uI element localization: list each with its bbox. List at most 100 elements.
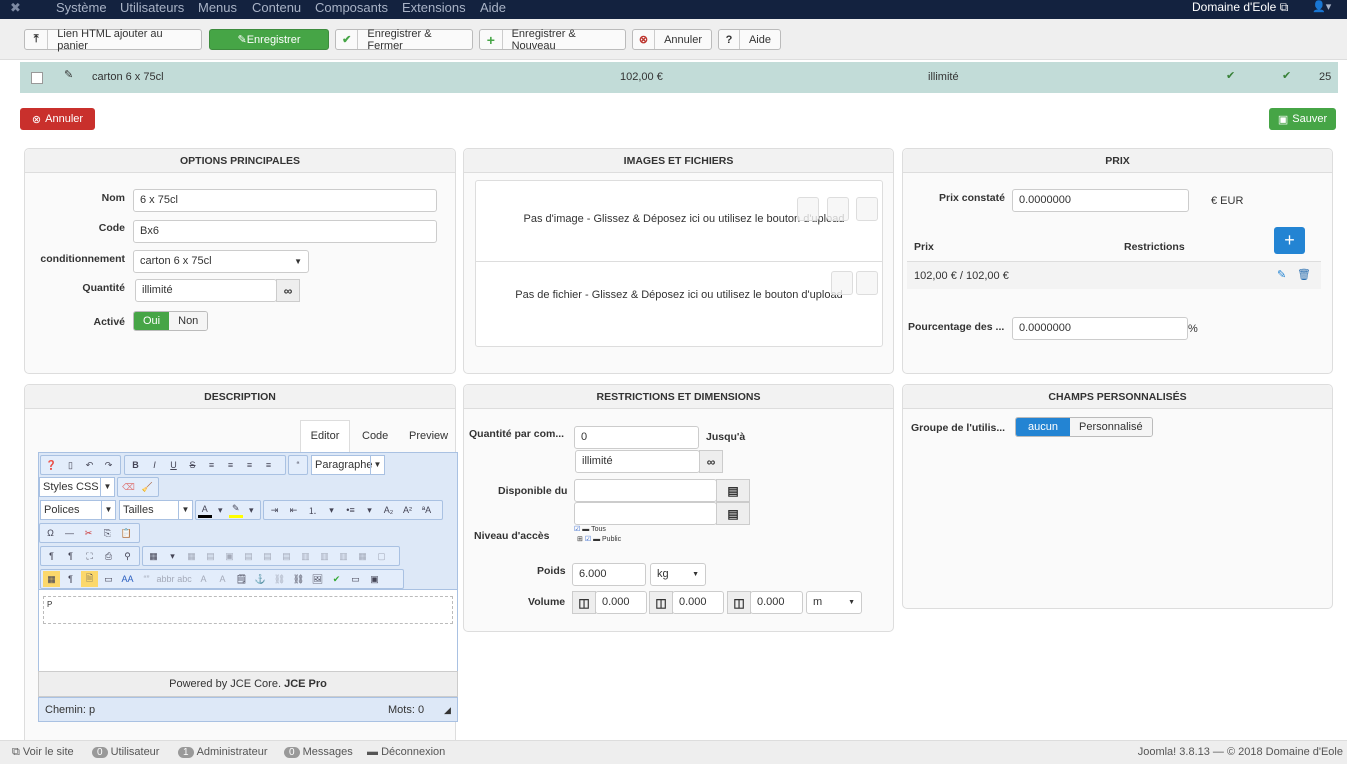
user-menu-icon[interactable]: 👤▾ bbox=[1312, 0, 1331, 13]
redo-icon[interactable]: ↷ bbox=[100, 457, 117, 473]
chevron-down-icon[interactable]: ▾ bbox=[164, 548, 181, 564]
add-file-button[interactable] bbox=[856, 271, 878, 295]
strikethrough-icon[interactable]: S bbox=[184, 457, 201, 473]
calendar-icon[interactable]: ▤ bbox=[716, 502, 750, 525]
infinity-button[interactable]: ∞ bbox=[276, 279, 300, 302]
menu-contenu[interactable]: Contenu bbox=[252, 0, 301, 15]
menu-aide[interactable]: Aide bbox=[480, 0, 506, 15]
row-before-icon[interactable]: ▤ bbox=[240, 548, 257, 564]
cond-select[interactable]: carton 6 x 75cl ▼ bbox=[133, 250, 309, 273]
volume-unit-select[interactable]: m ▼ bbox=[806, 591, 862, 614]
site-link[interactable]: Domaine d'Eole ⧉ bbox=[1192, 0, 1288, 15]
special-char-icon[interactable]: Ω bbox=[42, 525, 59, 541]
file-dropzone[interactable]: Pas de fichier - Glissez & Déposez ici o… bbox=[476, 263, 882, 347]
access-tous[interactable]: ☑ ▬ Tous bbox=[574, 525, 621, 533]
highlight-icon[interactable]: ✎ bbox=[229, 502, 243, 518]
cleanup-broom-icon[interactable]: 🧹 bbox=[139, 479, 156, 495]
blockquote-icon[interactable]: “ bbox=[288, 455, 308, 475]
menu-menus[interactable]: Menus bbox=[198, 0, 237, 15]
table-icon[interactable]: ▦ bbox=[145, 548, 162, 564]
image-dropzone[interactable]: Pas d'image - Glissez & Déposez ici ou u… bbox=[476, 181, 882, 262]
jce-pro-link[interactable]: JCE Pro bbox=[284, 678, 327, 690]
qty-input[interactable]: illimité bbox=[135, 279, 277, 302]
save-item-button[interactable]: ▣ Sauver bbox=[1269, 108, 1336, 130]
row-props-icon[interactable]: ▤ bbox=[202, 548, 219, 564]
weight-input[interactable]: 6.000 bbox=[572, 563, 646, 586]
no-option[interactable]: Non bbox=[169, 312, 208, 330]
template-icon[interactable]: ▣ bbox=[366, 571, 383, 587]
ltr-icon[interactable]: ¶ bbox=[43, 548, 60, 564]
source-icon[interactable]: 🗎 bbox=[81, 571, 98, 587]
cite-icon[interactable]: “” bbox=[138, 571, 155, 587]
length-input[interactable]: 0.000 bbox=[595, 591, 647, 614]
nom-input[interactable]: 6 x 75cl bbox=[133, 189, 437, 212]
chevron-down-icon[interactable]: ▾ bbox=[214, 502, 228, 518]
view-site-link[interactable]: ⧉ Voir le site bbox=[12, 746, 74, 759]
access-public[interactable]: ⊞ ☑ ▬ Public bbox=[577, 535, 621, 543]
height-input[interactable]: 0.000 bbox=[750, 591, 803, 614]
font-select[interactable]: Polices ▼ bbox=[40, 500, 116, 520]
link-image-button[interactable] bbox=[856, 197, 878, 221]
align-left-icon[interactable]: ≡ bbox=[241, 457, 258, 473]
subscript-icon[interactable]: A₂ bbox=[380, 502, 397, 518]
col-after-icon[interactable]: ▥ bbox=[316, 548, 333, 564]
save-button[interactable]: ✎ Enregistrer bbox=[209, 29, 329, 50]
tab-editor[interactable]: Editor bbox=[300, 420, 350, 452]
abbr-icon[interactable]: abbr bbox=[157, 571, 175, 587]
bold-icon[interactable]: B bbox=[127, 457, 144, 473]
none-option[interactable]: aucun bbox=[1016, 418, 1070, 436]
avail-from-input[interactable] bbox=[574, 479, 717, 502]
link-icon[interactable]: ⛓ bbox=[290, 571, 307, 587]
horizontal-rule-icon[interactable]: — bbox=[61, 525, 78, 541]
logout-link[interactable]: ▬ Déconnexion bbox=[367, 746, 445, 758]
align-center-icon[interactable]: ≡ bbox=[222, 457, 239, 473]
qty-min-input[interactable]: 0 bbox=[574, 426, 699, 449]
chevron-down-icon[interactable]: ▾ bbox=[323, 502, 340, 518]
calendar-icon[interactable]: ▤ bbox=[716, 479, 750, 502]
edit-icon[interactable]: ✎ bbox=[64, 68, 73, 81]
tab-code[interactable]: Code bbox=[362, 430, 388, 442]
editor-area[interactable]: P bbox=[38, 590, 458, 671]
yes-option[interactable]: Oui bbox=[134, 312, 170, 330]
upload-image-button[interactable] bbox=[797, 197, 819, 221]
avail-to-input[interactable] bbox=[574, 502, 717, 525]
justify-icon[interactable]: ≡ bbox=[203, 457, 220, 473]
rtl-icon[interactable]: ¶ bbox=[62, 548, 79, 564]
delete-row-icon[interactable]: ▤ bbox=[278, 548, 295, 564]
save-new-button[interactable]: + Enregistrer & Nouveau bbox=[479, 28, 626, 52]
messages-link[interactable]: 0 Messages bbox=[284, 746, 353, 758]
pct-input[interactable]: 0.0000000 bbox=[1012, 317, 1188, 340]
trash-icon[interactable]: 🗑 bbox=[1297, 268, 1311, 281]
merge-cells-icon[interactable]: ▢ bbox=[373, 548, 390, 564]
expand-icon[interactable]: ⊞ bbox=[577, 536, 583, 543]
indent-icon[interactable]: ⇥ bbox=[266, 502, 283, 518]
users-link[interactable]: 0 Utilisateur bbox=[92, 746, 159, 758]
split-cells-icon[interactable]: ▦ bbox=[354, 548, 371, 564]
menu-extensions[interactable]: Extensions bbox=[402, 0, 466, 15]
italic-icon[interactable]: I bbox=[146, 457, 163, 473]
save-close-button[interactable]: ✔ Enregistrer & Fermer bbox=[335, 28, 473, 52]
editor-content[interactable]: P bbox=[43, 596, 453, 624]
text-color-icon[interactable]: A bbox=[198, 502, 212, 518]
weight-unit-select[interactable]: kg ▼ bbox=[650, 563, 706, 586]
search-binoculars-icon[interactable]: ⚲ bbox=[119, 548, 136, 564]
cut-icon[interactable]: ✂ bbox=[80, 525, 97, 541]
resize-handle-icon[interactable]: ◢ bbox=[444, 705, 451, 716]
tab-preview[interactable]: Preview bbox=[409, 430, 448, 442]
attributes-icon[interactable]: 🗒 bbox=[233, 571, 250, 587]
anchor-icon[interactable]: ⚓ bbox=[252, 571, 269, 587]
cancel-item-button[interactable]: ⊗ Annuler bbox=[20, 108, 95, 130]
underline-icon[interactable]: U bbox=[165, 457, 182, 473]
ordered-list-icon[interactable]: ⒈ bbox=[304, 502, 321, 518]
col-before-icon[interactable]: ▥ bbox=[297, 548, 314, 564]
row-checkbox[interactable] bbox=[31, 72, 43, 84]
article-break-icon[interactable]: ▭ bbox=[347, 571, 364, 587]
cell-props-icon[interactable]: ▣ bbox=[221, 548, 238, 564]
menu-systeme[interactable]: Système bbox=[56, 0, 107, 15]
outdent-icon[interactable]: ⇤ bbox=[285, 502, 302, 518]
undo-icon[interactable]: ↶ bbox=[81, 457, 98, 473]
menu-composants[interactable]: Composants bbox=[315, 0, 388, 15]
spellcheck-icon[interactable]: ✔ bbox=[328, 571, 345, 587]
size-select[interactable]: Tailles ▼ bbox=[119, 500, 193, 520]
menu-utilisateurs[interactable]: Utilisateurs bbox=[120, 0, 184, 15]
